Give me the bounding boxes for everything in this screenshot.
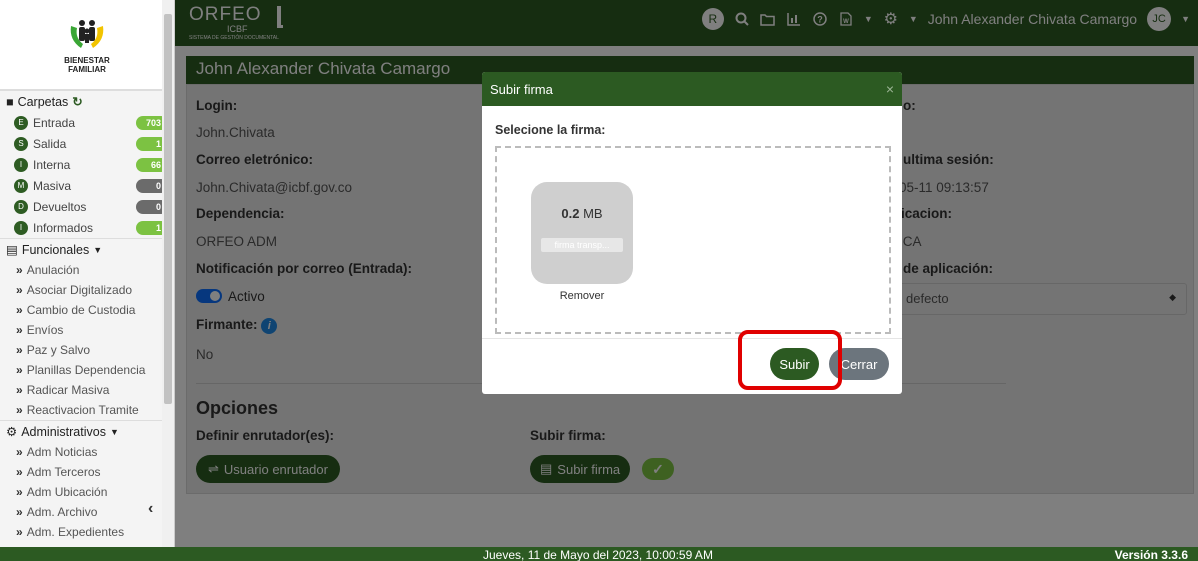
caret-down-icon: ▼: [109, 426, 119, 437]
file-dropzone[interactable]: 0.2 MB firma transp... Remover: [495, 146, 891, 334]
sidebar-link-label: Cambio de Custodia: [26, 303, 136, 317]
folder-letter-icon: D: [14, 199, 28, 214]
sidebar-link-label: Adm Terceros: [26, 465, 101, 479]
double-chevron-icon: »: [16, 323, 23, 337]
folder-letter-icon: I: [14, 157, 28, 172]
refresh-icon[interactable]: ↻: [72, 94, 82, 109]
administrativos-label: Administrativos: [21, 424, 106, 439]
sidebar-funcionales-header[interactable]: ▤ Funcionales ▼: [0, 238, 174, 260]
sidebar-item-paz-salvo[interactable]: » Paz y Salvo: [0, 340, 174, 360]
sidebar-item-asociar-digitalizado[interactable]: » Asociar Digitalizado: [0, 280, 174, 300]
sidebar-link-label: Adm. Expedientes: [26, 525, 125, 539]
sidebar-item-adm-ubicacion[interactable]: » Adm Ubicación: [0, 482, 174, 502]
caret-down-icon: ▼: [93, 244, 103, 255]
sidebar-item-salida[interactable]: S Salida 1: [0, 133, 174, 154]
double-chevron-icon: »: [16, 303, 23, 317]
collapse-sidebar-icon[interactable]: ‹: [148, 500, 153, 518]
sidebar-link-label: Envíos: [26, 323, 64, 337]
double-chevron-icon: »: [16, 383, 23, 397]
double-chevron-icon: »: [16, 525, 23, 539]
sidebar-item-adm-expedientes[interactable]: » Adm. Expedientes: [0, 522, 174, 542]
sidebar-item-envios[interactable]: » Envíos: [0, 320, 174, 340]
footer-version: Versión 3.3.6: [1114, 548, 1188, 561]
folder-letter-icon: M: [14, 178, 28, 193]
sidebar-link-label: Radicar Masiva: [26, 383, 110, 397]
sidebar-carpetas-header[interactable]: ■ Carpetas ↻: [0, 90, 174, 112]
folder-letter-icon: S: [14, 136, 28, 151]
logo: BIENESTAR FAMILIAR: [0, 0, 174, 90]
sidebar-item-anulacion[interactable]: » Anulación: [0, 260, 174, 280]
remove-file-link[interactable]: Remover: [531, 290, 633, 302]
sidebar-item-cambio-custodia[interactable]: » Cambio de Custodia: [0, 300, 174, 320]
sidebar-item-adm-terceros[interactable]: » Adm Terceros: [0, 462, 174, 482]
footer: Jueves, 11 de Mayo del 2023, 10:00:59 AM…: [0, 547, 1198, 561]
sidebar-item-adm-noticias[interactable]: » Adm Noticias: [0, 442, 174, 462]
sidebar-link-label: Paz y Salvo: [26, 343, 91, 357]
sidebar-item-entrada[interactable]: E Entrada 703: [0, 112, 174, 133]
double-chevron-icon: »: [16, 343, 23, 357]
sidebar-item-planillas[interactable]: » Planillas Dependencia: [0, 360, 174, 380]
gears-icon: ⚙: [6, 425, 18, 439]
sidebar: BIENESTAR FAMILIAR ■ Carpetas ↻ E Entrad…: [0, 0, 175, 547]
folder-label: Masiva: [33, 178, 72, 193]
modal-title: Subir firma: [490, 82, 553, 97]
file-name: firma transp...: [541, 238, 623, 252]
double-chevron-icon: »: [16, 485, 23, 499]
sidebar-item-interna[interactable]: I Interna 66: [0, 154, 174, 175]
sidebar-link-label: Planillas Dependencia: [26, 363, 146, 377]
sidebar-link-label: Adm. Archivo: [26, 505, 98, 519]
sidebar-link-label: Adm Ubicación: [26, 485, 108, 499]
sidebar-link-label: Adm Noticias: [26, 445, 98, 459]
sidebar-link-label: Reactivacion Tramite: [26, 403, 139, 417]
folder-label: Interna: [33, 157, 71, 172]
folder-label: Entrada: [33, 115, 76, 130]
modal-header: Subir firma ×: [482, 72, 902, 106]
highlight-annotation: [738, 330, 842, 390]
file-icon: ▤: [6, 243, 18, 257]
file-size-number: 0.2: [561, 206, 580, 221]
sidebar-administrativos-header[interactable]: ⚙ Administrativos ▼: [0, 420, 174, 442]
sidebar-item-masiva[interactable]: M Masiva 0: [0, 175, 174, 196]
file-size: 0.2 MB: [531, 206, 633, 221]
file-preview: 0.2 MB firma transp...: [531, 182, 633, 284]
select-firma-label: Selecione la firma:: [495, 123, 606, 137]
double-chevron-icon: »: [16, 403, 23, 417]
folder-letter-icon: I: [14, 220, 28, 235]
footer-date: Jueves, 11 de Mayo del 2023, 10:00:59 AM: [483, 548, 713, 561]
folder-icon: ■: [6, 94, 14, 109]
sidebar-scrollbar[interactable]: [162, 0, 174, 547]
double-chevron-icon: »: [16, 465, 23, 479]
double-chevron-icon: »: [16, 505, 23, 519]
sidebar-link-label: Asociar Digitalizado: [26, 283, 133, 297]
folder-label: Informados: [33, 220, 94, 235]
sidebar-item-informados[interactable]: I Informados 1: [0, 217, 174, 238]
close-icon[interactable]: ×: [886, 81, 894, 97]
folder-label: Salida: [33, 136, 67, 151]
file-size-unit: MB: [583, 206, 603, 221]
double-chevron-icon: »: [16, 263, 23, 277]
scrollbar-thumb[interactable]: [164, 14, 172, 404]
double-chevron-icon: »: [16, 363, 23, 377]
logo-line1: BIENESTAR: [64, 55, 110, 65]
double-chevron-icon: »: [16, 283, 23, 297]
sidebar-item-devueltos[interactable]: D Devueltos 0: [0, 196, 174, 217]
folder-letter-icon: E: [14, 115, 28, 130]
carpetas-label: Carpetas: [17, 94, 69, 109]
logo-line2: FAMILIAR: [68, 64, 106, 74]
sidebar-item-radicar-masiva[interactable]: » Radicar Masiva: [0, 380, 174, 400]
funcionales-label: Funcionales: [21, 242, 90, 257]
bienestar-logo-icon: [70, 19, 104, 48]
double-chevron-icon: »: [16, 445, 23, 459]
folder-label: Devueltos: [33, 199, 87, 214]
sidebar-item-reactivacion[interactable]: » Reactivacion Tramite: [0, 400, 174, 420]
sidebar-link-label: Anulación: [26, 263, 80, 277]
